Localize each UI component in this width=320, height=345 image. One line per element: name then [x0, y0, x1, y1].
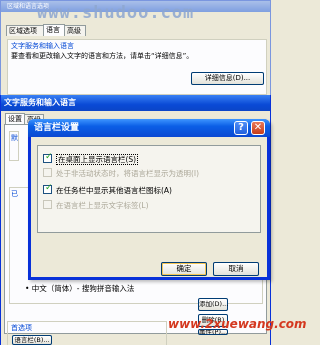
tab-regional-options[interactable]: 区域选项	[6, 25, 44, 36]
dialog-title: 语言栏设置	[34, 123, 80, 133]
language-bar-button[interactable]: 语言栏(B)...	[12, 335, 52, 345]
show-on-desktop-label[interactable]: 在桌面上显示语言栏(S)	[56, 154, 139, 165]
text-services-group: 文字服务和输入语言 要查看和更改输入文字的语言和方法，请单击“详细信息”。 详细…	[7, 39, 267, 95]
tab-advanced[interactable]: 高级	[64, 25, 86, 36]
transparent-inactive-label: 处于非活动状态时，将语言栏显示为透明(I)	[56, 169, 200, 178]
add-button[interactable]: 添加(D)...	[198, 298, 228, 311]
show-on-desktop-checkbox[interactable]: ✓	[43, 152, 53, 163]
close-icon[interactable]: ✕	[251, 121, 265, 135]
footer-watermark: www.2xuewang.com	[168, 317, 307, 331]
cancel-button[interactable]: 取消	[213, 262, 259, 276]
text-labels-label: 在语言栏上显示文字标签(L)	[56, 201, 149, 210]
default-language-frame: 默	[9, 131, 19, 161]
preferences-title: 首选项	[11, 324, 32, 332]
language-bar-settings-dialog: 语言栏设置 ? ✕ ✓ 在桌面上显示语言栏(S) 处于非活动状态时，将语言栏显示…	[28, 119, 270, 280]
installed-services-label: 已	[11, 190, 18, 198]
group-description: 要查看和更改输入文字的语言和方法，请单击“详细信息”。	[11, 52, 194, 60]
preferences-frame: 首选项 语言栏(B)...	[7, 321, 167, 345]
input-method-item[interactable]: • 中文（简体）- 搜狗拼音输入法	[25, 283, 134, 294]
options-panel: ✓ 在桌面上显示语言栏(S) 处于非活动状态时，将语言栏显示为透明(I) ✓ 在…	[37, 145, 261, 233]
help-icon[interactable]: ?	[234, 121, 248, 135]
default-language-label: 默	[11, 134, 18, 142]
details-button[interactable]: 详细信息(D)...	[191, 72, 264, 85]
text-labels-checkbox	[43, 200, 52, 209]
regional-options-window: 区域和语言选项 www.shudoo.com 区域选项 语言 高级 文字服务和输…	[0, 0, 271, 98]
dialog-titlebar: 语言栏设置 ? ✕	[28, 119, 270, 137]
taskbar-icons-checkbox[interactable]: ✓	[43, 183, 53, 194]
taskbar-icons-label[interactable]: 在任务栏中显示其他语言栏图标(A)	[56, 185, 172, 196]
transparent-inactive-checkbox	[43, 168, 52, 177]
ok-button[interactable]: 确定	[161, 262, 207, 276]
text-services-window-title: 文字服务和输入语言	[1, 95, 270, 111]
tab-languages[interactable]: 语言	[43, 24, 65, 36]
group-title: 文字服务和输入语言	[11, 42, 74, 50]
site-watermark: www.shudoo.com	[37, 3, 195, 23]
